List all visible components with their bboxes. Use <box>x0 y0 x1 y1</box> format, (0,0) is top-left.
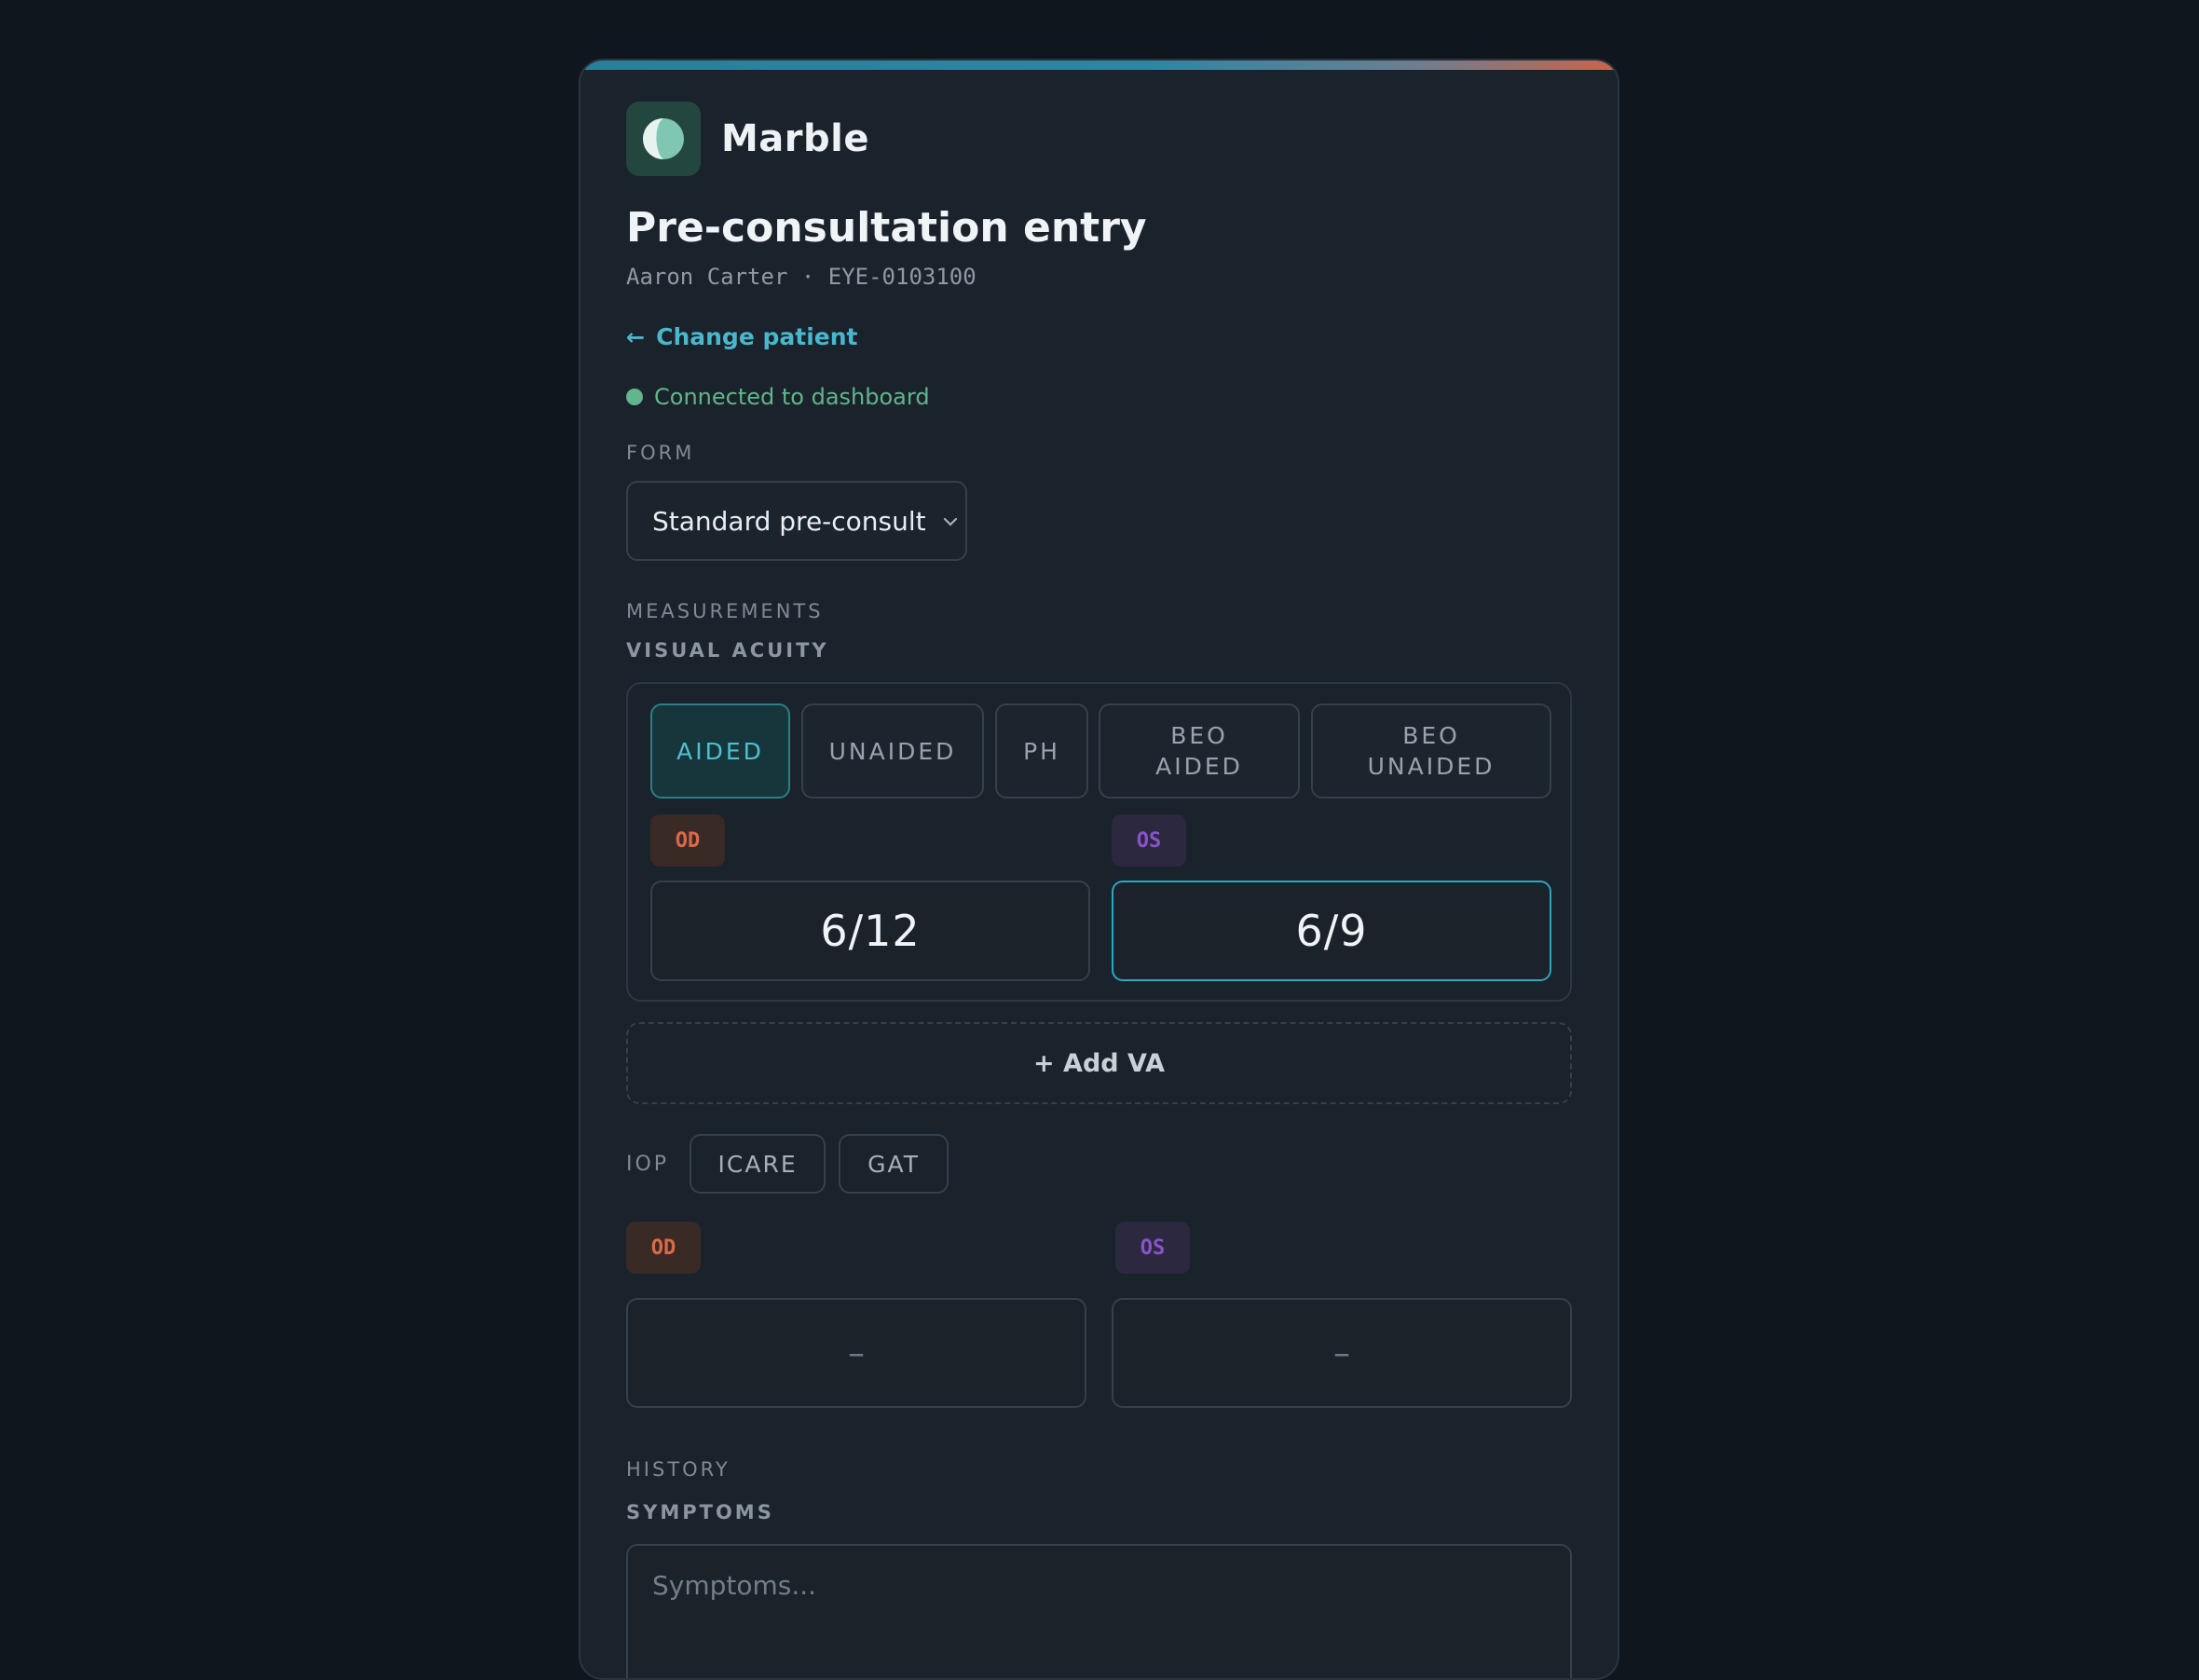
va-os-value: 6/9 <box>1295 906 1368 957</box>
va-mode-label: AIDED <box>676 737 764 765</box>
patient-meta: Aaron Carter · EYE-0103100 <box>626 264 1572 290</box>
app-name: Marble <box>721 117 869 160</box>
va-os-input[interactable]: 6/9 <box>1112 881 1551 982</box>
va-od-value: 6/12 <box>820 906 921 957</box>
symptoms-placeholder: Symptoms... <box>652 1570 817 1602</box>
status-text: Connected to dashboard <box>654 384 930 411</box>
iop-method-gat[interactable]: GAT <box>839 1134 949 1195</box>
iop-os-input[interactable]: – <box>1112 1298 1572 1409</box>
patient-name: Aaron Carter <box>626 264 788 291</box>
va-mode-aided[interactable]: AIDED <box>650 703 790 799</box>
patient-id: EYE-0103100 <box>827 264 977 291</box>
visual-acuity-label: VISUAL ACUITY <box>626 639 829 662</box>
iop-row: IOP ICARE GAT <box>626 1134 1572 1195</box>
connection-status: Connected to dashboard <box>626 384 1572 410</box>
iop-method-icare[interactable]: ICARE <box>690 1134 826 1195</box>
iop-label: IOP <box>626 1152 670 1176</box>
iop-od-badge: OD <box>626 1222 701 1275</box>
va-mode-ph[interactable]: PH <box>995 703 1088 799</box>
va-mode-beo-aided[interactable]: BEO AIDED <box>1099 703 1300 799</box>
va-mode-label: PH <box>1023 737 1060 765</box>
va-mode-label: BEO AIDED <box>1155 721 1243 781</box>
pre-consult-panel: Marble Pre-consultation entry Aaron Cart… <box>579 59 1619 1680</box>
iop-os-value: – <box>1333 1333 1350 1373</box>
symptoms-textarea[interactable]: Symptoms... <box>626 1544 1572 1678</box>
marble-logo-glyph <box>643 118 684 159</box>
iop-eyes: OD OS – – <box>626 1222 1572 1409</box>
add-va-label: + Add VA <box>1033 1048 1165 1078</box>
page-title: Pre-consultation entry <box>626 204 1147 252</box>
va-mode-label: BEO UNAIDED <box>1367 721 1496 781</box>
iop-od-value: – <box>848 1333 865 1373</box>
symptoms-label: SYMPTOMS <box>626 1501 774 1524</box>
iop-od-input[interactable]: – <box>626 1298 1086 1409</box>
accent-bar <box>580 61 1618 70</box>
chevron-glyph <box>943 517 957 526</box>
va-mode-unaided[interactable]: UNAIDED <box>801 703 984 799</box>
arrow-left-icon: ← <box>626 323 646 350</box>
meta-separator: · <box>800 264 815 291</box>
history-label: HISTORY <box>626 1458 731 1482</box>
status-dot-icon <box>626 389 643 406</box>
add-va-button[interactable]: + Add VA <box>626 1022 1572 1105</box>
change-patient-label: Change patient <box>656 323 858 351</box>
va-od-input[interactable]: 6/12 <box>650 881 1090 982</box>
chevron-down-icon <box>943 512 958 531</box>
change-patient-link[interactable]: ← Change patient <box>626 323 857 350</box>
panel-content: Marble Pre-consultation entry Aaron Cart… <box>626 102 1572 1678</box>
marble-logo-icon <box>626 102 701 176</box>
od-badge: OD <box>650 814 725 867</box>
iop-os-badge: OS <box>1115 1222 1190 1275</box>
visual-acuity-card: AIDED UNAIDED PH BEO AIDED BEO UNAIDED O… <box>626 682 1572 1003</box>
form-select[interactable]: Standard pre-consult <box>626 481 967 562</box>
form-select-value: Standard pre-consult <box>652 505 926 537</box>
va-mode-label: UNAIDED <box>828 737 957 765</box>
os-badge: OS <box>1112 814 1186 867</box>
form-label: FORM <box>626 442 695 465</box>
measurements-label: MEASUREMENTS <box>626 600 824 623</box>
iop-method-label: ICARE <box>717 1150 798 1178</box>
brand-row: Marble <box>626 102 1572 176</box>
va-mode-beo-unaided[interactable]: BEO UNAIDED <box>1311 703 1551 799</box>
iop-method-label: GAT <box>867 1150 920 1178</box>
